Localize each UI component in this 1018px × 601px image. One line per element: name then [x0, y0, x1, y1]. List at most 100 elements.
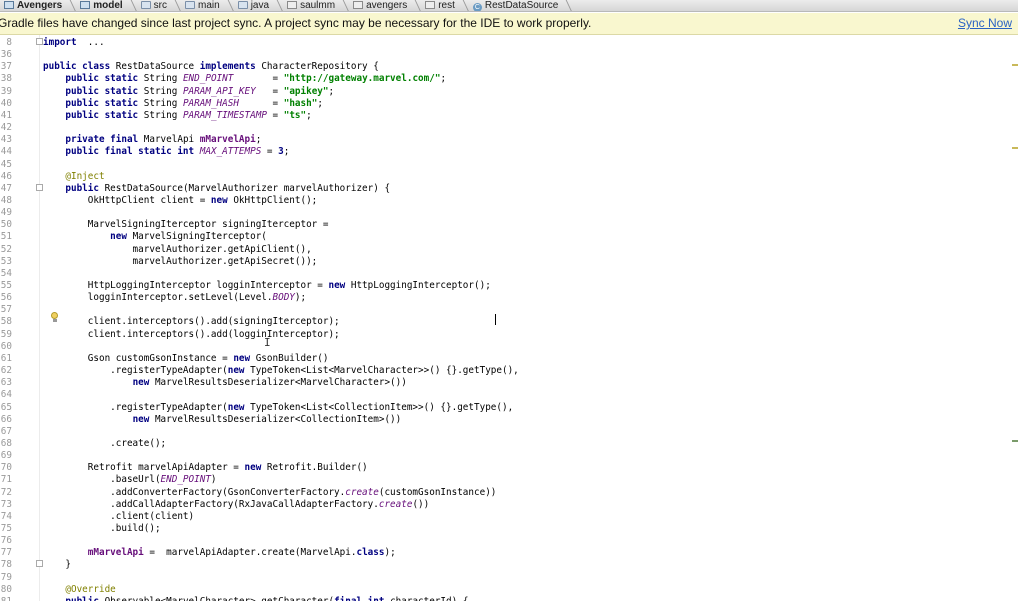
fold-toggle-icon[interactable]	[36, 38, 43, 45]
breadcrumb-item[interactable]: java	[234, 0, 283, 11]
code-line[interactable]: 49	[1, 207, 1018, 219]
code-line[interactable]: 8 import ...	[6, 37, 1018, 49]
line-number: 49	[0, 207, 12, 219]
code-line[interactable]: 77 mMarvelApi = marvelApiAdapter.create(…	[1, 547, 1018, 559]
code-token: public final static int	[65, 146, 200, 158]
line-number: 60	[0, 340, 12, 352]
error-stripe-marker[interactable]	[1012, 147, 1018, 149]
code-token: ())	[412, 498, 430, 510]
code-line[interactable]: 56 logginInterceptor.setLevel(Level.BODY…	[1, 292, 1018, 304]
code-line[interactable]: 44 public final static int MAX_ATTEMPS =…	[1, 146, 1018, 158]
fold-toggle-icon[interactable]	[36, 560, 43, 567]
code-line[interactable]: 50 MarvelSigningIterceptor signingIterce…	[1, 219, 1018, 231]
code-token: new	[233, 352, 256, 364]
code-token: =	[261, 146, 279, 158]
code-line[interactable]: 42	[1, 122, 1018, 134]
code-line[interactable]: 52 marvelAuthorizer.getApiClient(),	[1, 244, 1018, 256]
code-line[interactable]: 36	[1, 49, 1018, 61]
line-number: 69	[0, 450, 12, 462]
code-token: public static	[65, 85, 144, 97]
code-line[interactable]: 53 marvelAuthorizer.getApiSecret());	[1, 256, 1018, 268]
code-text: .addConverterFactory(GsonConverterFactor…	[43, 487, 496, 499]
line-number: 63	[0, 377, 12, 389]
breadcrumb-item[interactable]: main	[181, 0, 234, 11]
breadcrumb-item[interactable]: src	[137, 0, 181, 11]
sync-now-link[interactable]: Sync Now	[958, 13, 1012, 34]
breadcrumb-item[interactable]: Avengers	[0, 0, 76, 11]
code-line[interactable]: 75 .build();	[1, 523, 1018, 535]
mouse-ibeam-cursor-icon: I	[264, 336, 271, 349]
code-line[interactable]: 39 public static String PARAM_API_KEY = …	[1, 86, 1018, 98]
code-line[interactable]: 61 Gson customGsonInstance = new GsonBui…	[1, 352, 1018, 365]
code-token: END_POINT	[182, 73, 234, 85]
code-text: logginInterceptor.setLevel(Level.BODY);	[43, 292, 306, 304]
fold-toggle-icon[interactable]	[36, 184, 43, 191]
code-line[interactable]: 40 public static String PARAM_HASH = "ha…	[1, 98, 1018, 110]
error-stripe-marker[interactable]	[1012, 440, 1018, 442]
code-text: public static String PARAM_API_KEY = "ap…	[43, 86, 334, 98]
code-token: GsonBuilder()	[255, 352, 329, 364]
code-text: .registerTypeAdapter(new TypeToken<List<…	[43, 402, 513, 414]
line-number: 66	[0, 413, 12, 425]
code-line[interactable]: 70 Retrofit marvelApiAdapter = new Retro…	[1, 462, 1018, 474]
code-line[interactable]: 69	[1, 450, 1018, 462]
code-line[interactable]: 43 private final MarvelApi mMarvelApi;	[1, 134, 1018, 146]
code-line[interactable]: 66 new MarvelResultsDeserializer<Collect…	[1, 414, 1018, 426]
breadcrumb-item[interactable]: rest	[421, 0, 469, 11]
line-number: 62	[0, 365, 12, 377]
code-line[interactable]: 41 public static String PARAM_TIMESTAMP …	[1, 109, 1018, 122]
code-line[interactable]: 60	[1, 341, 1018, 353]
line-number: 74	[0, 510, 12, 522]
code-token: mMarvelApi	[199, 134, 256, 146]
breadcrumb-item[interactable]: model	[76, 0, 136, 11]
code-line[interactable]: 81 public Observable<MarvelCharacter> ge…	[1, 596, 1018, 601]
breadcrumb-item[interactable]: saulmm	[283, 0, 349, 11]
code-line[interactable]: 62 .registerTypeAdapter(new TypeToken<Li…	[1, 365, 1018, 377]
intention-lightbulb-icon[interactable]	[51, 312, 59, 322]
code-token: public class	[43, 61, 116, 73]
breadcrumb-label: saulmm	[300, 0, 336, 11]
breadcrumb-item[interactable]: avengers	[349, 0, 421, 11]
code-line[interactable]: 80 @Override	[1, 584, 1018, 596]
code-line[interactable]: 46 @Inject	[1, 171, 1018, 183]
code-line[interactable]: 79	[1, 572, 1018, 584]
line-number: 72	[0, 486, 12, 498]
code-area[interactable]: 8 import ... 36 37 public class RestDataSour…	[1, 35, 1018, 601]
code-line[interactable]: 71 .baseUrl(END_POINT)	[1, 474, 1018, 486]
code-line[interactable]: 72 .addConverterFactory(GsonConverterFac…	[1, 487, 1018, 499]
error-stripe-marker[interactable]	[1012, 64, 1018, 66]
code-line[interactable]: 68 .create();	[1, 438, 1018, 450]
code-line[interactable]: 45	[1, 159, 1018, 171]
code-line[interactable]: 47 public RestDataSource(MarvelAuthorize…	[1, 183, 1018, 195]
code-line[interactable]: 59 client.interceptors().add(logginInter…	[1, 329, 1018, 341]
code-text: marvelAuthorizer.getApiClient(),	[43, 244, 312, 256]
code-line[interactable]: 37 public class RestDataSource implements…	[1, 61, 1018, 73]
code-line[interactable]: 38 public static String END_POINT = "htt…	[1, 73, 1018, 85]
code-editor[interactable]: 8 import ... 36 37 public class RestDataSour…	[0, 35, 1018, 601]
code-line[interactable]: 51 new MarvelSigningIterceptor(	[1, 231, 1018, 243]
code-token: String	[143, 109, 183, 121]
code-line[interactable]: 76	[1, 535, 1018, 547]
code-line[interactable]: 64	[1, 389, 1018, 401]
line-number: 54	[0, 267, 12, 279]
code-text: @Override	[43, 584, 115, 596]
breadcrumb-item[interactable]: C RestDataSource	[469, 0, 572, 11]
code-line[interactable]: 48 OkHttpClient client = new OkHttpClien…	[1, 195, 1018, 207]
code-line[interactable]: 67	[1, 426, 1018, 438]
code-line[interactable]: 74 .client(client)	[1, 511, 1018, 523]
code-token: public static	[65, 73, 144, 85]
code-token: .addCallAdapterFactory(RxJavaCallAdapter…	[43, 498, 379, 510]
code-token: ;	[283, 146, 290, 158]
code-line[interactable]: 58 client.interceptors().add(signingIter…	[1, 316, 1018, 328]
code-line[interactable]: 78 }	[1, 559, 1018, 571]
code-line[interactable]: 65 .registerTypeAdapter(new TypeToken<Li…	[1, 402, 1018, 414]
package-icon	[287, 1, 298, 9]
code-line[interactable]: 54	[1, 268, 1018, 280]
code-line[interactable]: 73 .addCallAdapterFactory(RxJavaCallAdap…	[1, 498, 1018, 511]
code-line[interactable]: 57	[1, 304, 1018, 316]
code-line[interactable]: 63 new MarvelResultsDeserializer<MarvelC…	[1, 377, 1018, 389]
code-line[interactable]: 55 HttpLoggingInterceptor logginIntercep…	[1, 280, 1018, 292]
code-token: HttpLoggingInterceptor();	[350, 280, 491, 291]
